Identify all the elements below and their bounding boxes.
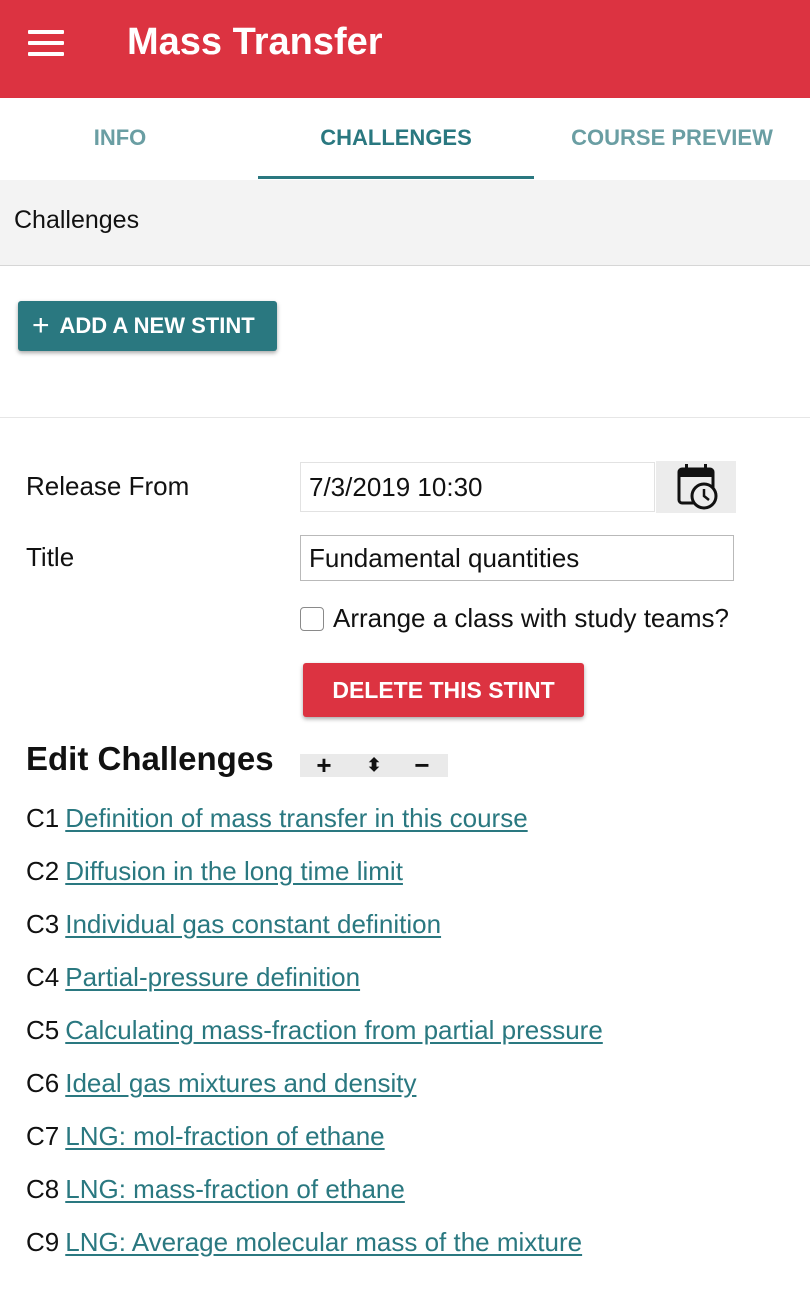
challenge-number: C2 (26, 856, 60, 886)
challenge-item: C5 Calculating mass-fraction from partial… (26, 1015, 603, 1046)
challenge-number: C3 (26, 909, 60, 939)
challenge-controls: + ⬍ − (300, 752, 448, 778)
challenge-link[interactable]: LNG: Average molecular mass of the mixtu… (65, 1227, 582, 1257)
challenge-item: C7 LNG: mol-fraction of ethane (26, 1121, 385, 1152)
plus-icon: + (32, 309, 50, 342)
release-date-input[interactable]: 7/3/2019 10:30 (300, 462, 655, 512)
challenge-item: C4 Partial-pressure definition (26, 962, 360, 993)
challenge-number: C1 (26, 803, 60, 833)
tab-info[interactable]: INFO (0, 98, 240, 180)
challenge-link[interactable]: LNG: mol-fraction of ethane (65, 1121, 384, 1151)
edit-challenges-heading: Edit Challenges (26, 740, 274, 777)
divider (0, 417, 810, 418)
app-bar: Mass Transfer (0, 0, 810, 98)
add-new-stint-label: ADD A NEW STINT (59, 313, 255, 338)
challenge-link[interactable]: Individual gas constant definition (65, 909, 441, 939)
challenge-number: C8 (26, 1174, 60, 1204)
active-tab-indicator (258, 176, 534, 179)
study-teams-checkbox[interactable] (300, 607, 324, 631)
section-title: Challenges (14, 206, 140, 234)
tab-course-preview[interactable]: COURSE PREVIEW (534, 98, 810, 180)
challenge-item: C8 LNG: mass-fraction of ethane (26, 1174, 405, 1205)
challenge-item: C9 LNG: Average molecular mass of the mix… (26, 1227, 582, 1258)
challenge-link[interactable]: LNG: mass-fraction of ethane (65, 1174, 405, 1204)
challenge-link[interactable]: Definition of mass transfer in this cour… (65, 803, 527, 833)
title-label: Title (26, 542, 75, 572)
tab-challenges[interactable]: CHALLENGES (258, 98, 534, 180)
challenge-link[interactable]: Diffusion in the long time limit (65, 856, 403, 886)
tab-bar: INFO CHALLENGES COURSE PREVIEW (0, 98, 810, 180)
calendar-button[interactable] (656, 461, 736, 513)
challenge-item: C2 Diffusion in the long time limit (26, 856, 403, 887)
challenge-link[interactable]: Partial-pressure definition (65, 962, 360, 992)
challenge-link[interactable]: Calculating mass-fraction from partial p… (65, 1015, 603, 1045)
app-title: Mass Transfer (127, 21, 383, 63)
remove-icon[interactable]: − (408, 752, 436, 778)
challenge-item: C1 Definition of mass transfer in this co… (26, 803, 528, 834)
challenge-number: C9 (26, 1227, 60, 1257)
section-header: Challenges (0, 180, 810, 266)
hamburger-menu-icon[interactable] (28, 30, 64, 56)
calendar-clock-icon (677, 464, 718, 510)
title-input[interactable]: Fundamental quantities (300, 535, 734, 581)
delete-stint-button[interactable]: DELETE THIS STINT (303, 663, 584, 717)
challenge-number: C4 (26, 962, 60, 992)
release-from-label: Release From (26, 471, 190, 501)
challenge-number: C6 (26, 1068, 60, 1098)
challenge-link[interactable]: Ideal gas mixtures and density (65, 1068, 416, 1098)
challenge-number: C7 (26, 1121, 60, 1151)
challenge-item: C3 Individual gas constant definition (26, 909, 441, 940)
challenge-number: C5 (26, 1015, 60, 1045)
reorder-icon[interactable]: ⬍ (360, 754, 388, 777)
challenge-item: C6 Ideal gas mixtures and density (26, 1068, 416, 1099)
add-new-stint-button[interactable]: + ADD A NEW STINT (18, 301, 277, 351)
study-teams-label: Arrange a class with study teams? (333, 603, 729, 633)
add-icon[interactable]: + (310, 752, 338, 778)
